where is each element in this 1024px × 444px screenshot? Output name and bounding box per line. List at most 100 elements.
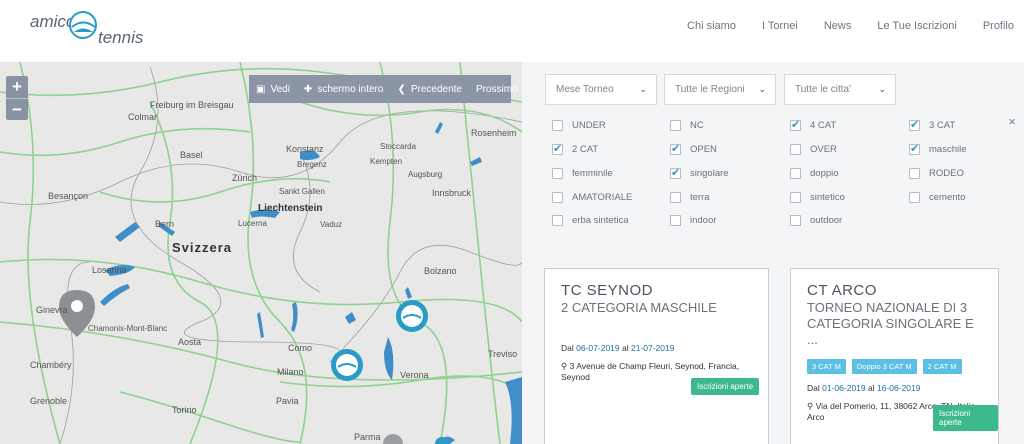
checkbox-4-cat[interactable]: 4 CAT: [790, 118, 836, 131]
region-select[interactable]: Tutte le Regioni ⌄: [664, 74, 776, 105]
checkbox-2-cat[interactable]: 2 CAT: [552, 142, 598, 155]
category-tags: 3 CAT M Doppio 3 CAT M 2 CAT M: [807, 359, 982, 374]
city-select[interactable]: Tutte le citta' ⌄: [784, 74, 896, 105]
unchecked-box-icon[interactable]: [909, 168, 920, 179]
unchecked-box-icon[interactable]: [790, 215, 801, 226]
checkbox-rodeo[interactable]: RODEO: [909, 168, 964, 179]
checked-box-icon[interactable]: [790, 118, 801, 131]
checkbox-label: NC: [690, 120, 704, 131]
unchecked-box-icon[interactable]: [670, 192, 681, 203]
view-button[interactable]: ▣ Vedi: [249, 75, 297, 103]
unchecked-box-icon[interactable]: [552, 120, 563, 131]
checkbox-maschile[interactable]: maschile: [909, 142, 967, 155]
unchecked-box-icon[interactable]: [670, 215, 681, 226]
tennis-ball-icon: [69, 11, 97, 39]
card-title: CT ARCO: [807, 282, 877, 299]
unchecked-box-icon[interactable]: [790, 144, 801, 155]
map-label-stoccarda: Stoccarda: [380, 142, 417, 151]
chevron-down-icon: ⌄: [639, 84, 647, 94]
unchecked-box-icon[interactable]: [670, 120, 681, 131]
map-label-basel: Basel: [180, 150, 203, 160]
category-tag: Doppio 3 CAT M: [851, 359, 917, 374]
site-logo[interactable]: amico tennis: [30, 6, 150, 52]
unchecked-box-icon[interactable]: [790, 168, 801, 179]
checked-box-icon[interactable]: [909, 118, 920, 131]
unchecked-box-icon[interactable]: [552, 168, 563, 179]
checkbox-label: OPEN: [690, 144, 717, 155]
map-label-freiburg: Freiburg im Breisgau: [150, 100, 234, 110]
map-label-bolzano: Bolzano: [424, 266, 457, 276]
map-label-grenoble: Grenoble: [30, 396, 68, 406]
map-label-aosta: Aosta: [178, 337, 202, 347]
image-icon: ▣: [256, 83, 266, 95]
map-label-zurich: Zürich: [232, 173, 258, 183]
checkbox-label: outdoor: [810, 215, 843, 226]
map-label-chamonix: Chamonix-Mont-Blanc: [88, 324, 168, 333]
checkbox-erba-sintetica[interactable]: erba sintetica: [552, 215, 629, 226]
map-zoom-control: + −: [6, 76, 28, 120]
checkbox-label: doppio: [810, 168, 839, 179]
map-label-lucerna: Lucerna: [238, 219, 267, 228]
map-label-innsbruck: Innsbruck: [432, 188, 472, 198]
checkbox-3-cat[interactable]: 3 CAT: [909, 118, 955, 131]
checkbox-label: femminile: [572, 168, 613, 179]
top-navbar: amico tennis Chi siamo I Tornei News Le …: [0, 0, 1024, 62]
checkbox-femminile[interactable]: femminile: [552, 168, 613, 179]
next-button[interactable]: Prossimo ❯: [469, 75, 522, 103]
checkbox-label: OVER: [810, 144, 837, 155]
checked-box-icon[interactable]: [670, 142, 681, 155]
checked-box-icon[interactable]: [552, 142, 563, 155]
checkbox-indoor[interactable]: indoor: [670, 215, 716, 226]
checkbox-label: sintetico: [810, 192, 845, 203]
unchecked-box-icon[interactable]: [552, 192, 563, 203]
checkbox-label: maschile: [929, 144, 967, 155]
unchecked-box-icon[interactable]: [909, 192, 920, 203]
category-tag: 3 CAT M: [807, 359, 846, 374]
card-dates: Dal 06-07-2019 al 21-07-2019: [561, 343, 675, 353]
nav-profilo[interactable]: Profilo: [983, 20, 1014, 32]
previous-button[interactable]: ❮ Precedente: [390, 75, 469, 103]
checkbox-over[interactable]: OVER: [790, 144, 837, 155]
checkbox-outdoor[interactable]: outdoor: [790, 215, 842, 226]
filter-panel: Mese Torneo ⌄ Tutte le Regioni ⌄ Tutte l…: [522, 62, 1024, 238]
checkbox-open[interactable]: OPEN: [670, 142, 717, 155]
checkbox-cemento[interactable]: cemento: [909, 192, 965, 203]
close-icon[interactable]: ×: [1008, 114, 1016, 129]
main-nav: Chi siamo I Tornei News Le Tue Iscrizion…: [661, 20, 1014, 32]
chevron-left-icon: ❮: [397, 83, 406, 95]
checkbox-sintetico[interactable]: sintetico: [790, 192, 845, 203]
checkbox-singolare[interactable]: singolare: [670, 166, 729, 179]
checkbox-nc[interactable]: NC: [670, 120, 704, 131]
checkbox-amatoriale[interactable]: AMATORIALE: [552, 192, 632, 203]
tournament-map[interactable]: Colmar Freiburg im Breisgau Basel Zürich…: [0, 62, 522, 444]
nav-chi-siamo[interactable]: Chi siamo: [687, 20, 736, 32]
checkbox-label: RODEO: [929, 168, 964, 179]
map-marker-tennis-2: [331, 349, 363, 381]
unchecked-box-icon[interactable]: [790, 192, 801, 203]
tournament-card[interactable]: TC SEYNOD 2 CATEGORIA MASCHILE Dal 06-07…: [544, 268, 769, 444]
checkbox-doppio[interactable]: doppio: [790, 168, 839, 179]
checked-box-icon[interactable]: [909, 142, 920, 155]
map-label-sankt-gallen: Sankt Gallen: [279, 187, 325, 196]
map-canvas: [0, 62, 522, 444]
checked-box-icon[interactable]: [670, 166, 681, 179]
checkbox-under[interactable]: UNDER: [552, 120, 606, 131]
tournament-card[interactable]: CT ARCO TORNEO NAZIONALE DI 3 CATEGORIA …: [790, 268, 999, 444]
zoom-in-button[interactable]: +: [6, 76, 28, 98]
zoom-out-button[interactable]: −: [6, 98, 28, 120]
nav-tornei[interactable]: I Tornei: [762, 20, 798, 32]
map-label-losanna: Losanna: [92, 265, 127, 275]
nav-news[interactable]: News: [824, 20, 852, 32]
expand-icon: ✚: [303, 83, 313, 95]
unchecked-box-icon[interactable]: [552, 215, 563, 226]
gallery-toolbar: ▣ Vedi ✚ schermo intero ❮ Precedente Pro…: [249, 75, 518, 103]
checkbox-terra[interactable]: terra: [670, 192, 710, 203]
checkbox-label: singolare: [690, 168, 729, 179]
status-badge: Iscrizioni aperte: [933, 405, 998, 431]
map-label-vaduz: Vaduz: [320, 220, 343, 229]
month-select[interactable]: Mese Torneo ⌄: [545, 74, 657, 105]
card-dates: Dal 01-06-2019 al 16-06-2019: [807, 383, 921, 393]
nav-iscrizioni[interactable]: Le Tue Iscrizioni: [877, 20, 956, 32]
fullscreen-button[interactable]: ✚ schermo intero: [297, 75, 391, 103]
map-label-milano: Milano: [277, 367, 304, 377]
